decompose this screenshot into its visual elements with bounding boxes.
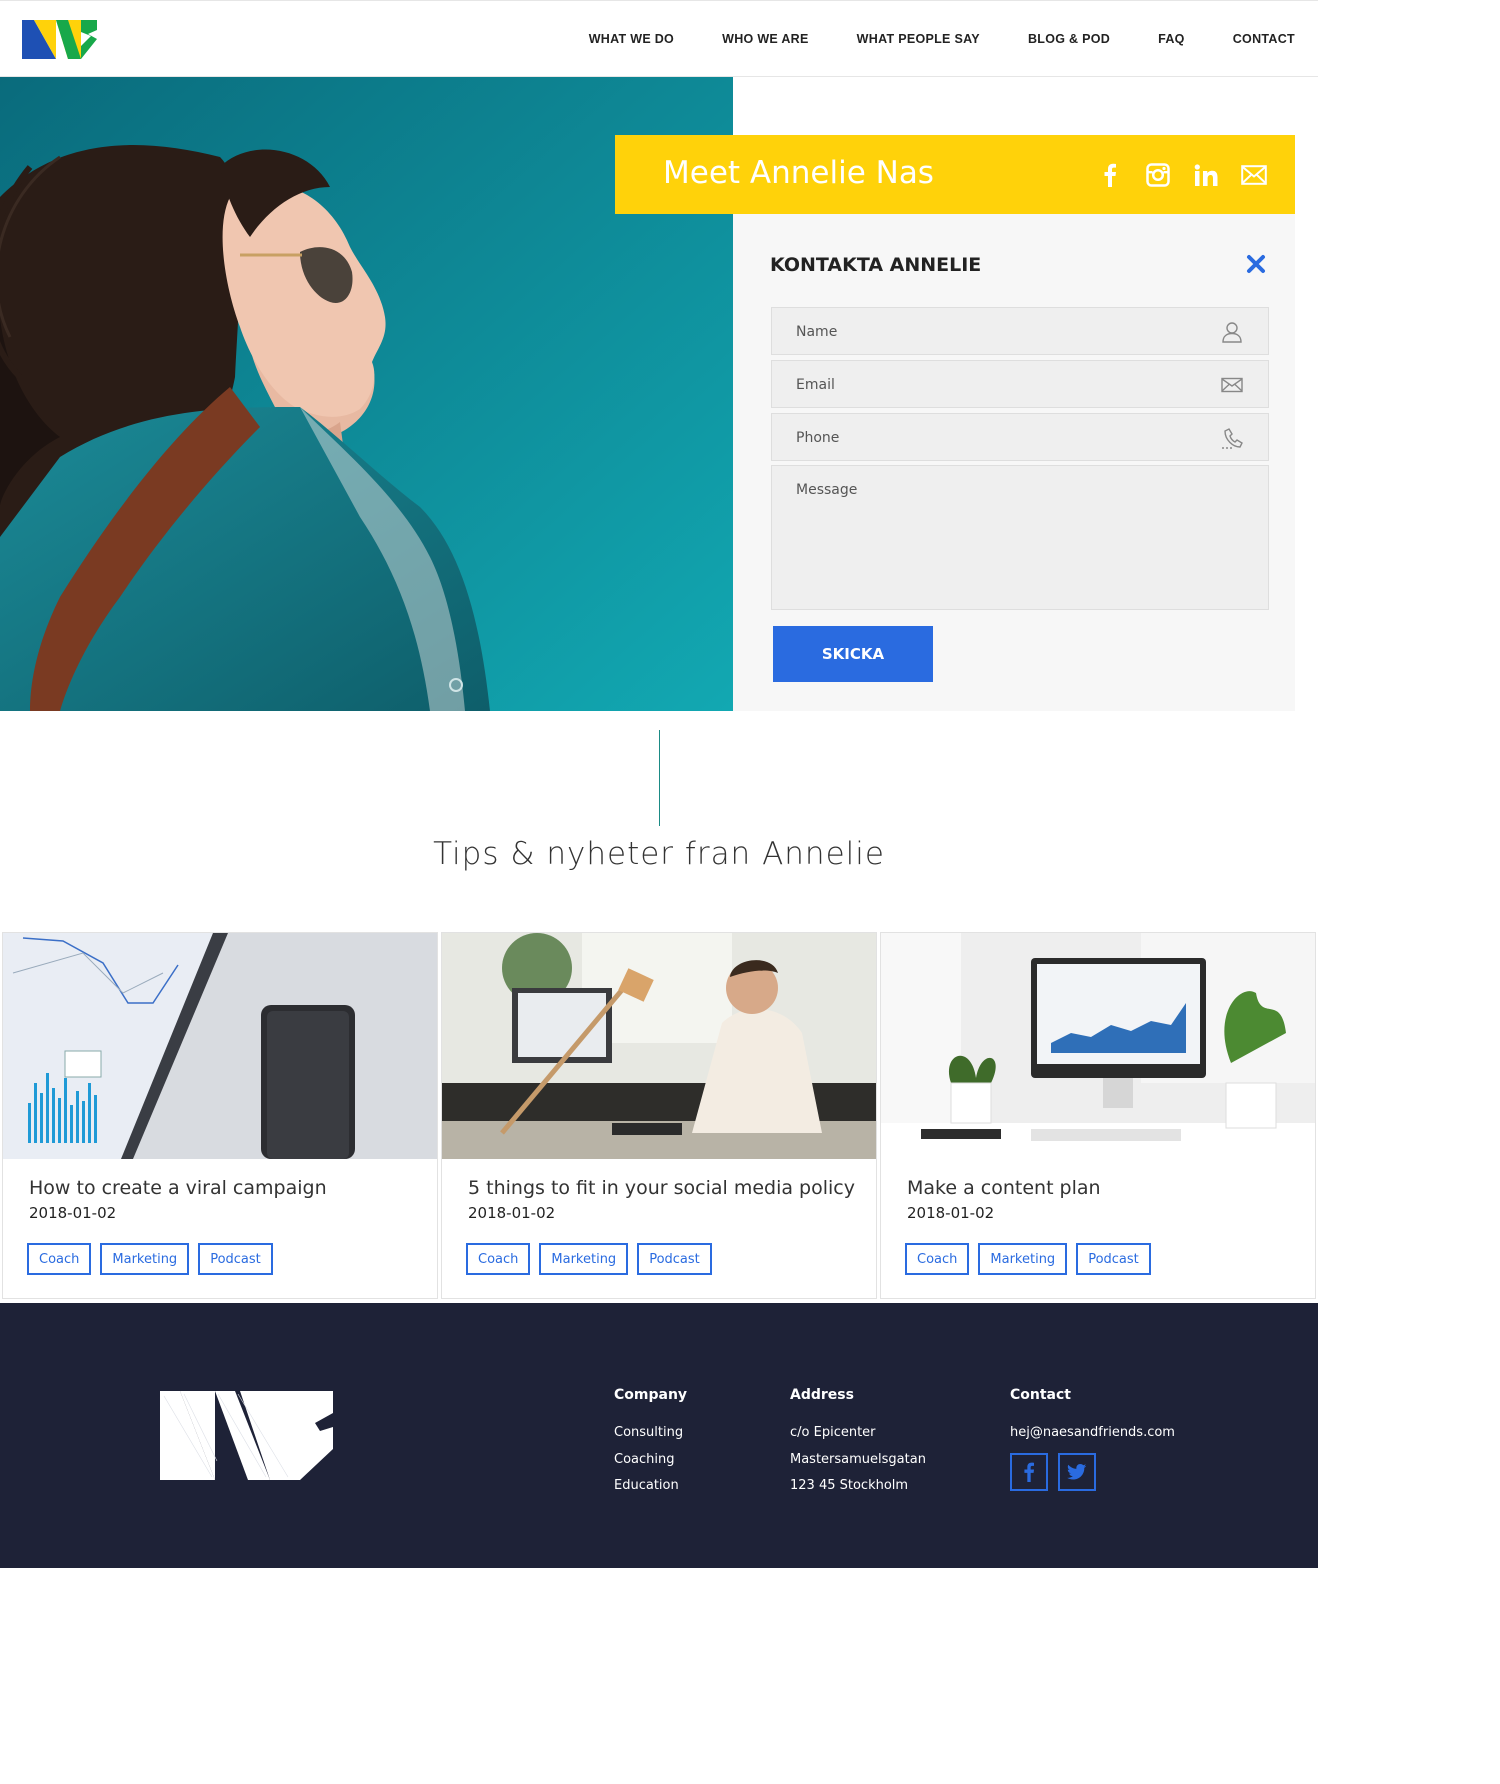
email-placeholder: Email: [796, 377, 835, 393]
message-field[interactable]: Message: [771, 465, 1269, 610]
tag-marketing[interactable]: Marketing: [539, 1243, 629, 1275]
linkedin-icon[interactable]: [1192, 161, 1219, 188]
blog-card-date: 2018-01-02: [468, 1204, 556, 1222]
tag-marketing[interactable]: Marketing: [100, 1243, 190, 1275]
close-icon[interactable]: [1246, 254, 1266, 274]
twitter-icon[interactable]: [1058, 1453, 1096, 1491]
blog-card-tags: Coach Marketing Podcast: [466, 1243, 712, 1275]
nav-contact[interactable]: CONTACT: [1233, 32, 1295, 46]
blog-card-image-analytics[interactable]: [3, 933, 437, 1159]
footer-link-education[interactable]: Education: [614, 1473, 687, 1500]
blog-card-date: 2018-01-02: [29, 1204, 117, 1222]
logo[interactable]: [22, 20, 97, 59]
blog-card-image-desk-imac[interactable]: [881, 933, 1315, 1159]
blog-card[interactable]: How to create a viral campaign 2018-01-0…: [2, 932, 438, 1299]
blog-card-title[interactable]: 5 things to fit in your social media pol…: [468, 1177, 855, 1199]
name-field[interactable]: Name: [771, 307, 1269, 355]
phone-field[interactable]: Phone: [771, 413, 1269, 461]
facebook-icon[interactable]: [1010, 1453, 1048, 1491]
phone-placeholder: Phone: [796, 430, 840, 446]
footer-link-consulting[interactable]: Consulting: [614, 1420, 687, 1447]
main-nav: WHAT WE DO WHO WE ARE WHAT PEOPLE SAY BL…: [589, 1, 1295, 76]
nav-blog-pod[interactable]: BLOG & POD: [1028, 32, 1110, 46]
tag-marketing[interactable]: Marketing: [978, 1243, 1068, 1275]
envelope-icon: [1221, 374, 1243, 396]
address-line: c/o Epicenter: [790, 1425, 876, 1440]
nav-who-we-are[interactable]: WHO WE ARE: [722, 32, 809, 46]
nav-what-people-say[interactable]: WHAT PEOPLE SAY: [857, 32, 980, 46]
blog-card-title[interactable]: How to create a viral campaign: [29, 1177, 327, 1199]
phone-icon: [1221, 427, 1243, 449]
email-field[interactable]: Email: [771, 360, 1269, 408]
section-title: Tips & nyheter fran Annelie: [433, 836, 885, 872]
form-title: KONTAKTA ANNELIE: [770, 254, 982, 276]
blog-card-date: 2018-01-02: [907, 1204, 995, 1222]
footer-logo[interactable]: [160, 1391, 333, 1480]
name-placeholder: Name: [796, 324, 838, 340]
tag-coach[interactable]: Coach: [27, 1243, 92, 1275]
nav-what-we-do[interactable]: WHAT WE DO: [589, 32, 674, 46]
send-button[interactable]: SKICKA: [773, 626, 933, 682]
tag-podcast[interactable]: Podcast: [1076, 1243, 1151, 1275]
banner-social-links: [1096, 161, 1267, 188]
footer-link-coaching[interactable]: Coaching: [614, 1447, 687, 1474]
tag-coach[interactable]: Coach: [466, 1243, 531, 1275]
address-line: 123 45 Stockholm: [790, 1478, 909, 1493]
blog-card-tags: Coach Marketing Podcast: [27, 1243, 273, 1275]
user-icon: [1221, 321, 1243, 343]
footer-company-column: Company Consulting Coaching Education: [614, 1387, 687, 1500]
mail-icon[interactable]: [1240, 161, 1267, 188]
nav-faq[interactable]: FAQ: [1158, 32, 1185, 46]
blog-card-title[interactable]: Make a content plan: [907, 1177, 1101, 1199]
site-footer: Company Consulting Coaching Education Ad…: [0, 1303, 1318, 1568]
footer-email-link[interactable]: hej@naesandfriends.com: [1010, 1420, 1175, 1447]
footer-contact-column: Contact hej@naesandfriends.com: [1010, 1387, 1175, 1447]
tag-podcast[interactable]: Podcast: [637, 1243, 712, 1275]
section-divider-line: [659, 730, 660, 826]
blog-card-tags: Coach Marketing Podcast: [905, 1243, 1151, 1275]
site-header: WHAT WE DO WHO WE ARE WHAT PEOPLE SAY BL…: [0, 0, 1318, 77]
tag-coach[interactable]: Coach: [905, 1243, 970, 1275]
footer-social-links: [1010, 1453, 1096, 1491]
address-line: Mastersamuelsgatan: [790, 1451, 926, 1467]
blog-card[interactable]: 5 things to fit in your social media pol…: [441, 932, 877, 1299]
blog-card-image-office-worker[interactable]: [442, 933, 876, 1159]
footer-address-column: Address c/o Epicenter Mastersamuelsgatan…: [790, 1387, 926, 1500]
hero-banner: Meet Annelie Nas: [615, 135, 1295, 214]
facebook-icon[interactable]: [1096, 161, 1123, 188]
footer-contact-heading: Contact: [1010, 1387, 1071, 1403]
footer-company-heading: Company: [614, 1387, 688, 1403]
footer-address-heading: Address: [790, 1387, 854, 1403]
contact-form-panel: KONTAKTA ANNELIE Name Email Phone Messag…: [733, 214, 1295, 711]
instagram-icon[interactable]: [1144, 161, 1171, 188]
tag-podcast[interactable]: Podcast: [198, 1243, 273, 1275]
blog-card[interactable]: Make a content plan 2018-01-02 Coach Mar…: [880, 932, 1316, 1299]
banner-title: Meet Annelie Nas: [663, 155, 934, 191]
message-placeholder: Message: [796, 482, 858, 498]
